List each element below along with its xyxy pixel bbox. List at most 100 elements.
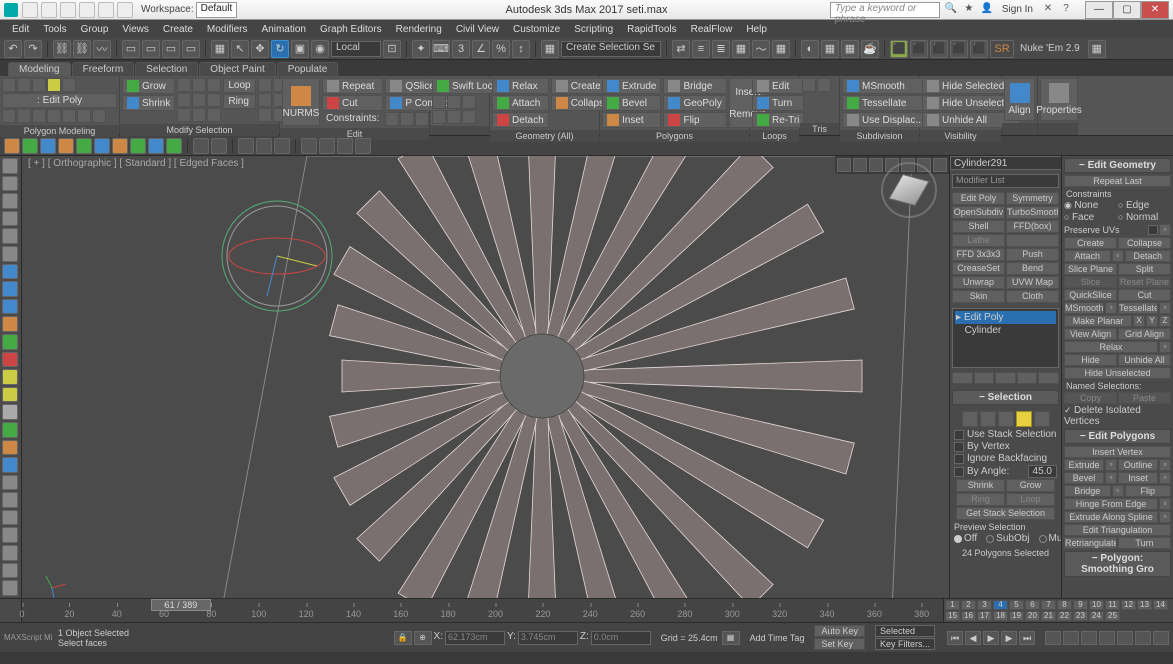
lefttb-3[interactable] bbox=[2, 211, 18, 227]
border-so-icon[interactable] bbox=[32, 78, 46, 92]
snap-toggle-button[interactable]: 3 bbox=[452, 40, 470, 58]
nurms-button[interactable]: NURMS bbox=[282, 78, 320, 126]
autokey-button[interactable]: Auto Key bbox=[814, 625, 865, 637]
lefttb-2[interactable] bbox=[2, 193, 18, 209]
lefttb-22[interactable] bbox=[2, 545, 18, 561]
ms-icon2[interactable] bbox=[192, 78, 206, 92]
preserve-uv-check[interactable] bbox=[1148, 225, 1158, 235]
mod-btn-lathe[interactable]: Lathe bbox=[952, 234, 1005, 247]
menu-group[interactable]: Group bbox=[75, 23, 115, 36]
cut-btn[interactable]: Cut bbox=[1118, 289, 1171, 301]
menu-animation[interactable]: Animation bbox=[255, 23, 311, 36]
loop-button[interactable]: Loop bbox=[223, 78, 255, 93]
ribbon-tab-modeling[interactable]: Modeling bbox=[8, 62, 71, 76]
maxscript-mini[interactable]: MAXScript Mi bbox=[4, 633, 54, 642]
smoothgroup-20[interactable]: 20 bbox=[1025, 611, 1040, 621]
ms-icon8[interactable] bbox=[192, 108, 206, 122]
tb2-4[interactable] bbox=[58, 138, 74, 154]
tessellate-btn[interactable]: Tessellate bbox=[1118, 302, 1158, 314]
ms-icon5[interactable] bbox=[192, 93, 206, 107]
edit-geom-header[interactable]: − Edit Geometry bbox=[1064, 158, 1171, 173]
qat-project-icon[interactable] bbox=[117, 2, 133, 18]
lefttb-7[interactable] bbox=[2, 281, 18, 297]
time-slider-track[interactable]: 61 / 389 0204060801001201401601802002202… bbox=[22, 599, 943, 622]
menu-civil-view[interactable]: Civil View bbox=[450, 23, 505, 36]
menu-graph-editors[interactable]: Graph Editors bbox=[314, 23, 388, 36]
hub[interactable] bbox=[500, 334, 584, 418]
sl-icon5[interactable] bbox=[447, 110, 461, 124]
select-move-button[interactable]: ✥ bbox=[251, 40, 269, 58]
so-edge[interactable] bbox=[980, 411, 996, 427]
vpnav-fov[interactable] bbox=[1099, 631, 1115, 645]
mod-btn-skin[interactable]: Skin bbox=[952, 290, 1005, 303]
tb2-13[interactable] bbox=[238, 138, 254, 154]
plugin5-icon[interactable]: ⬛ bbox=[970, 40, 988, 58]
viewalign-btn[interactable]: View Align bbox=[1064, 328, 1117, 340]
render-button[interactable]: ☕ bbox=[861, 40, 879, 58]
modifier-stack[interactable]: ▸ Edit Poly Cylinder bbox=[952, 308, 1059, 368]
app-icon[interactable] bbox=[4, 3, 18, 17]
planar-x[interactable]: X bbox=[1133, 315, 1145, 327]
mod-btn-edit-poly[interactable]: Edit Poly bbox=[952, 192, 1005, 205]
msmooth-btn[interactable]: MSmooth bbox=[1064, 302, 1104, 314]
smoothgroup-1[interactable]: 1 bbox=[945, 600, 960, 610]
vpnav-1[interactable] bbox=[837, 158, 851, 172]
unhideall-btn[interactable]: Unhide All bbox=[1118, 354, 1171, 366]
lefttb-18[interactable] bbox=[2, 475, 18, 491]
selection-set-dropdown[interactable]: Create Selection Se bbox=[561, 41, 661, 57]
shrink-button[interactable]: Shrink bbox=[122, 95, 175, 111]
z-field[interactable]: 0.0cm bbox=[591, 631, 651, 645]
mod-btn-shell[interactable]: Shell bbox=[952, 220, 1005, 233]
smoothgroup-24[interactable]: 24 bbox=[1089, 611, 1104, 621]
smoothgroup-8[interactable]: 8 bbox=[1057, 600, 1072, 610]
extrude-settings[interactable]: ▫ bbox=[1105, 459, 1117, 471]
tri-turn-button[interactable]: Turn bbox=[752, 95, 804, 111]
tessellate-settings[interactable]: ▫ bbox=[1159, 302, 1171, 314]
mod-btn-opensubdiv[interactable]: OpenSubdiv bbox=[952, 206, 1005, 219]
lefttb-23[interactable] bbox=[2, 563, 18, 579]
pm-icon5[interactable] bbox=[62, 109, 76, 123]
extspline-btn[interactable]: Extrude Along Spline bbox=[1064, 511, 1158, 523]
planar-y[interactable]: Y bbox=[1146, 315, 1158, 327]
tb2-5[interactable] bbox=[76, 138, 92, 154]
ms-icon12[interactable] bbox=[258, 93, 272, 107]
qat-new-icon[interactable] bbox=[22, 2, 38, 18]
lefttb-24[interactable] bbox=[2, 580, 18, 596]
lefttb-15[interactable] bbox=[2, 422, 18, 438]
ms-icon10[interactable] bbox=[258, 78, 272, 92]
mod-btn-cloth[interactable]: Cloth bbox=[1006, 290, 1059, 303]
so-polygon[interactable] bbox=[1016, 411, 1032, 427]
lefttb-17[interactable] bbox=[2, 457, 18, 473]
pivot-center-button[interactable]: ⊡ bbox=[383, 40, 401, 58]
minimize-button[interactable]: — bbox=[1085, 1, 1113, 19]
percent-snap-button[interactable]: % bbox=[492, 40, 510, 58]
loop-sel-button[interactable]: Loop bbox=[1006, 493, 1055, 506]
so-border[interactable] bbox=[998, 411, 1014, 427]
sl-icon6[interactable] bbox=[462, 110, 476, 124]
tb2-3[interactable] bbox=[40, 138, 56, 154]
attach-button[interactable]: Attach bbox=[492, 95, 549, 111]
geopoly-button[interactable]: GeoPoly bbox=[663, 95, 726, 111]
tb2-6[interactable] bbox=[94, 138, 110, 154]
use-stack-checkbox[interactable]: Use Stack Selection bbox=[954, 429, 1057, 440]
favorite-icon[interactable]: ★ bbox=[962, 3, 976, 17]
coord-icon[interactable]: ⊕ bbox=[414, 631, 432, 645]
extrude-btn[interactable]: Extrude bbox=[1064, 459, 1104, 471]
sl-icon1[interactable] bbox=[432, 95, 446, 109]
tessellate-button[interactable]: Tessellate bbox=[842, 95, 929, 111]
mod-btn-ffd(box)[interactable]: FFD(box) bbox=[1006, 220, 1059, 233]
by-angle-checkbox[interactable]: By Angle:45.0 bbox=[954, 465, 1057, 478]
inset-btn[interactable]: Inset bbox=[1118, 472, 1158, 484]
mod-btn-creaseset[interactable]: CreaseSet bbox=[952, 262, 1005, 275]
search-icon[interactable]: 🔍 bbox=[944, 3, 958, 17]
menu-create[interactable]: Create bbox=[157, 23, 199, 36]
menu-help[interactable]: Help bbox=[740, 23, 773, 36]
detach-button[interactable]: Detach bbox=[492, 112, 549, 128]
ignore-bf-checkbox[interactable]: Ignore Backfacing bbox=[954, 453, 1057, 464]
inset-button[interactable]: Inset bbox=[602, 112, 661, 128]
pm-icon7[interactable] bbox=[92, 109, 106, 123]
pm-icon4[interactable] bbox=[47, 109, 61, 123]
gridalign-btn[interactable]: Grid Align bbox=[1118, 328, 1171, 340]
detach-btn[interactable]: Detach bbox=[1125, 250, 1172, 262]
tri-edit-button[interactable]: Edit bbox=[752, 78, 804, 94]
